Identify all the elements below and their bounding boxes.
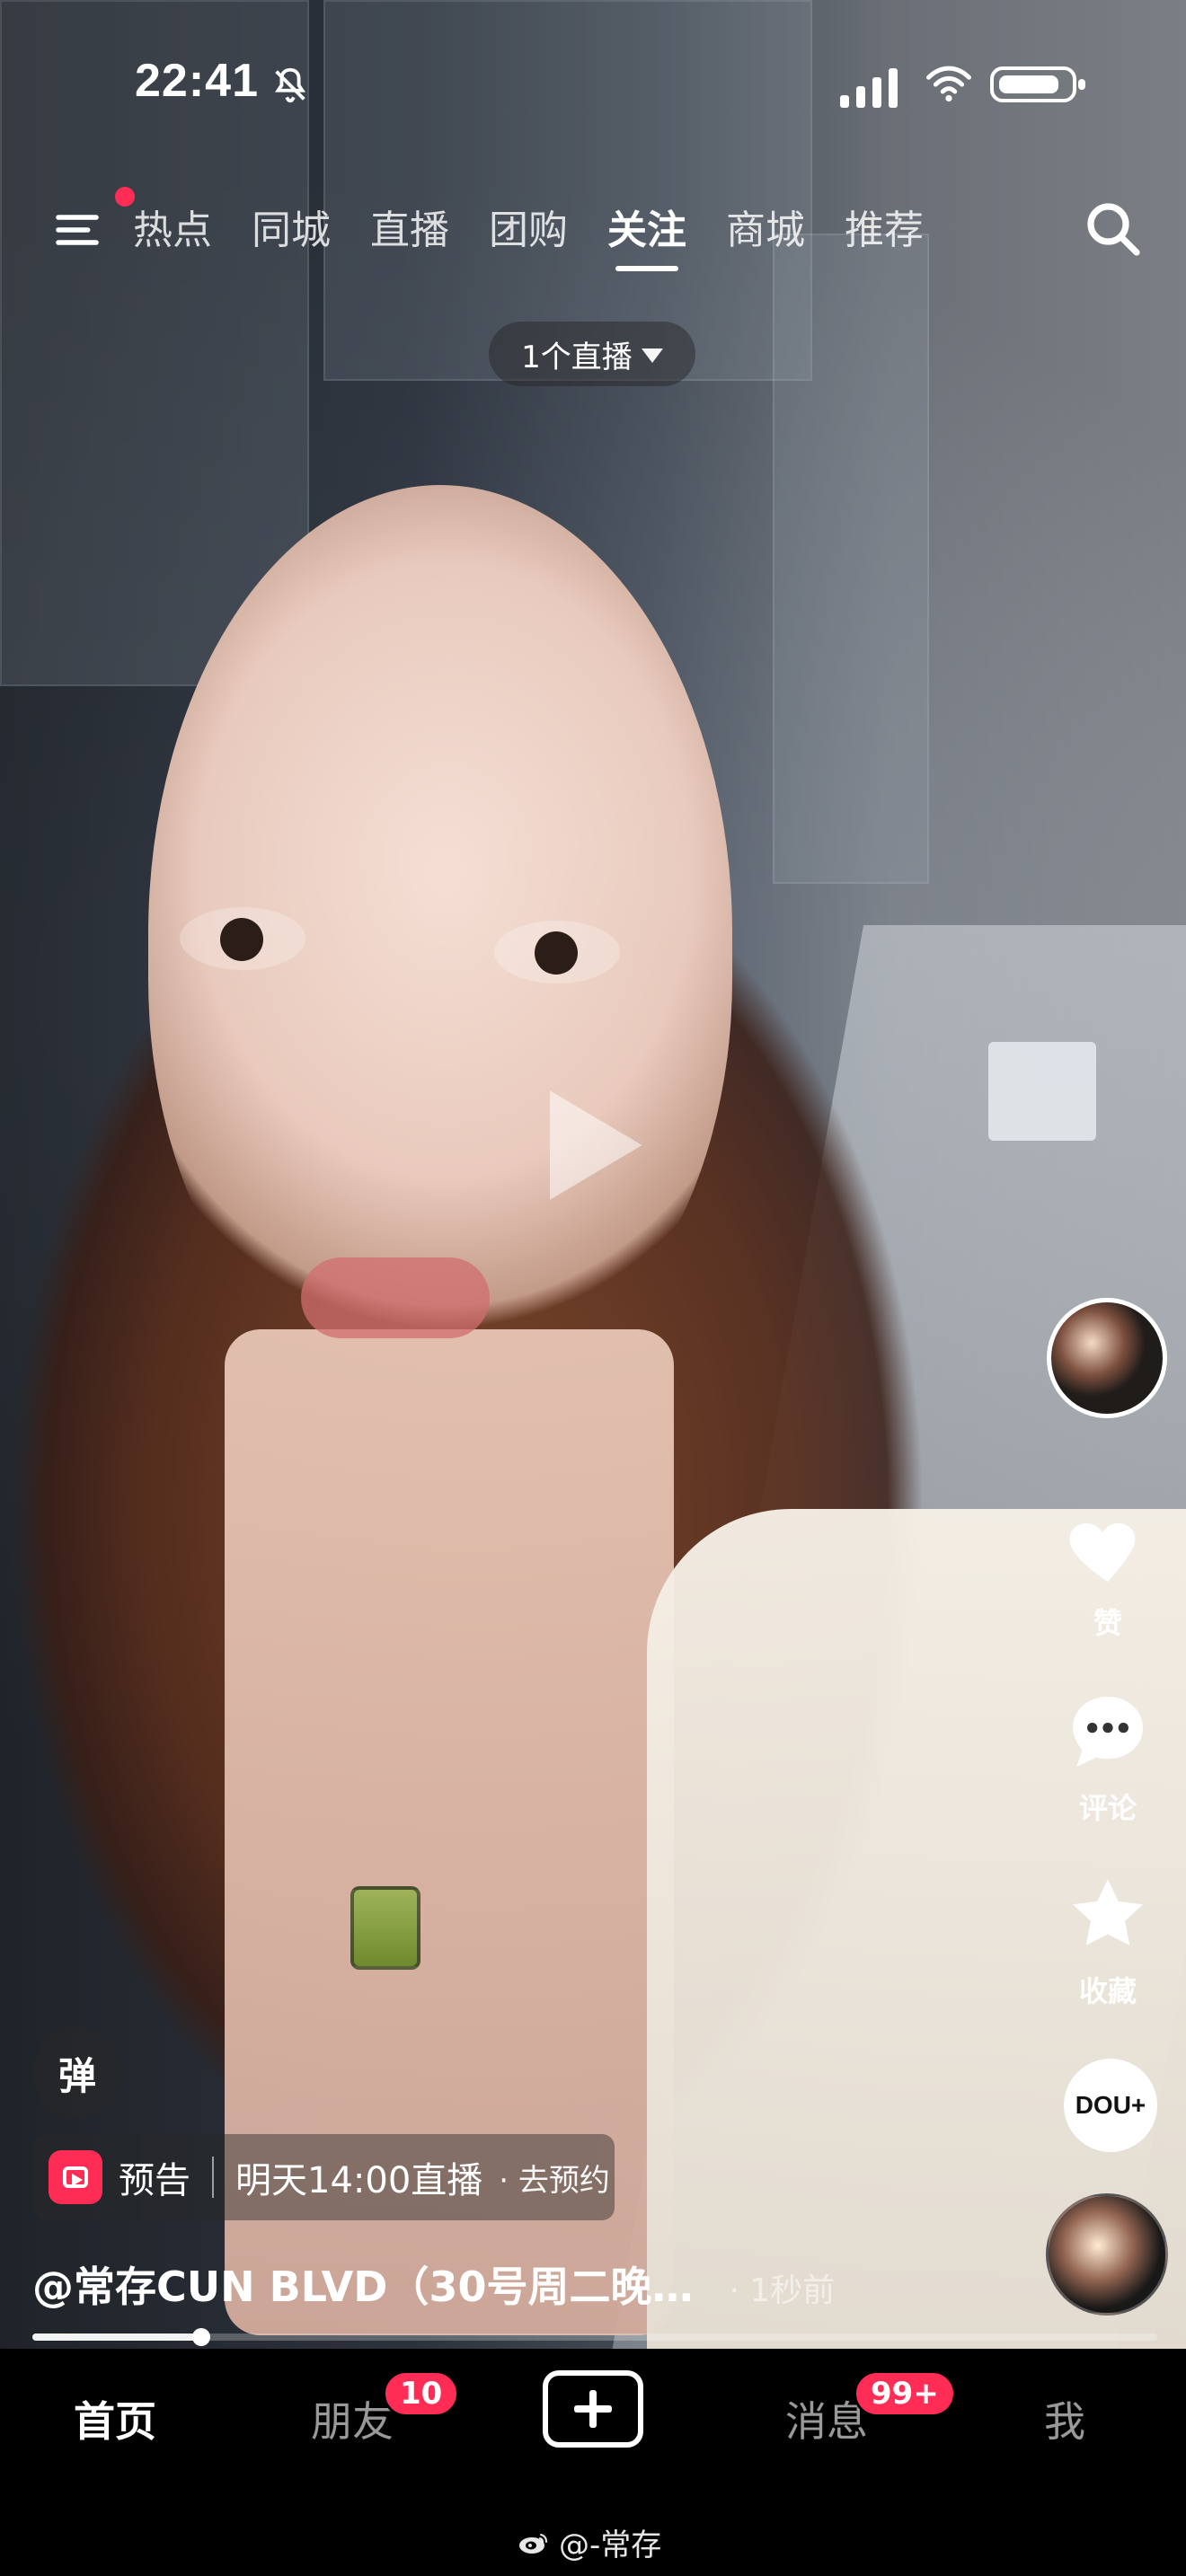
live-count-label: 1个直播 bbox=[521, 339, 633, 375]
douyin-follow-feed: 22:41 热点 同城 直播 团购 关注 商城 推荐 1个直播 赞 评论 收藏 … bbox=[0, 0, 1186, 2576]
necklace-pendant bbox=[350, 1886, 420, 1970]
wifi-icon bbox=[926, 66, 971, 102]
status-time: 22:41 bbox=[135, 55, 259, 107]
divider bbox=[212, 2157, 214, 2198]
tab-recommend[interactable]: 推荐 bbox=[845, 198, 924, 271]
tab-following[interactable]: 关注 bbox=[607, 198, 686, 271]
like-label: 赞 bbox=[1093, 1606, 1122, 1640]
menu-icon[interactable] bbox=[47, 205, 108, 255]
favorite-action[interactable]: 收藏 bbox=[1049, 1868, 1166, 2010]
lips bbox=[301, 1257, 490, 1338]
play-icon[interactable] bbox=[499, 1060, 669, 1231]
favorite-label: 收藏 bbox=[1078, 1974, 1137, 2008]
danmu-toggle[interactable]: 弹 bbox=[32, 2028, 122, 2118]
preview-schedule: 明天14:00直播 bbox=[235, 2160, 483, 2201]
tab-groupbuy[interactable]: 团购 bbox=[489, 198, 568, 271]
comment-icon bbox=[1073, 1697, 1143, 1767]
like-action[interactable]: 赞 bbox=[1049, 1500, 1166, 1642]
menu-notification-dot bbox=[115, 187, 135, 207]
progress-fill bbox=[32, 2333, 201, 2341]
weibo-watermark: @-常存 bbox=[516, 2520, 661, 2564]
live-preview-icon bbox=[49, 2150, 102, 2204]
nav-friends[interactable]: 朋友 bbox=[311, 2389, 394, 2448]
live-count-pill[interactable]: 1个直播 bbox=[489, 322, 695, 386]
dropdown-triangle-icon bbox=[641, 348, 663, 363]
status-bar: 22:41 bbox=[0, 0, 1186, 171]
top-nav: 热点 同城 直播 团购 关注 商城 推荐 bbox=[0, 178, 1186, 286]
signal-icon bbox=[840, 59, 903, 108]
video-caption[interactable]: @常存CUN BLVD（30号周二晚… · 1秒前 bbox=[32, 2254, 1039, 2314]
preview-action[interactable]: · 去预约 bbox=[499, 2156, 610, 2200]
star-icon bbox=[1073, 1879, 1143, 1945]
comment-label: 评论 bbox=[1078, 1791, 1137, 1825]
time-ago: · 1秒前 bbox=[729, 2272, 836, 2309]
nav-home[interactable]: 首页 bbox=[74, 2389, 156, 2448]
dou-plus-badge[interactable]: DOU+ bbox=[1064, 2059, 1157, 2152]
messages-badge: 99+ bbox=[854, 2370, 956, 2417]
video-progress[interactable] bbox=[32, 2328, 1157, 2346]
weibo-logo-icon bbox=[519, 2533, 547, 2554]
eye bbox=[180, 907, 305, 970]
tab-mall[interactable]: 商城 bbox=[726, 198, 805, 271]
silent-bell-icon bbox=[275, 67, 305, 103]
tab-local[interactable]: 同城 bbox=[252, 198, 331, 271]
nav-me[interactable]: 我 bbox=[1044, 2389, 1085, 2448]
tab-hot[interactable]: 热点 bbox=[133, 198, 212, 271]
creator-avatar[interactable] bbox=[1047, 1298, 1167, 1418]
friends-badge: 10 bbox=[383, 2370, 460, 2417]
top-tabs: 热点 同城 直播 团购 关注 商城 推荐 bbox=[133, 198, 924, 271]
tab-live[interactable]: 直播 bbox=[370, 198, 449, 271]
comment-action[interactable]: 评论 bbox=[1049, 1685, 1166, 1827]
music-disc-avatar[interactable] bbox=[1046, 2193, 1168, 2316]
create-button[interactable] bbox=[543, 2370, 643, 2448]
progress-knob[interactable] bbox=[191, 2328, 210, 2346]
live-preview-banner[interactable]: 预告 明天14:00直播 · 去预约 bbox=[32, 2134, 615, 2220]
eye bbox=[494, 921, 620, 984]
caption-text: @常存CUN BLVD（30号周二晚… bbox=[32, 2263, 694, 2311]
watermark-text: @-常存 bbox=[559, 2527, 662, 2563]
heart-icon bbox=[1069, 1523, 1136, 1582]
preview-tag: 预告 bbox=[119, 2160, 190, 2201]
danmu-label: 弹 bbox=[58, 2053, 96, 2098]
